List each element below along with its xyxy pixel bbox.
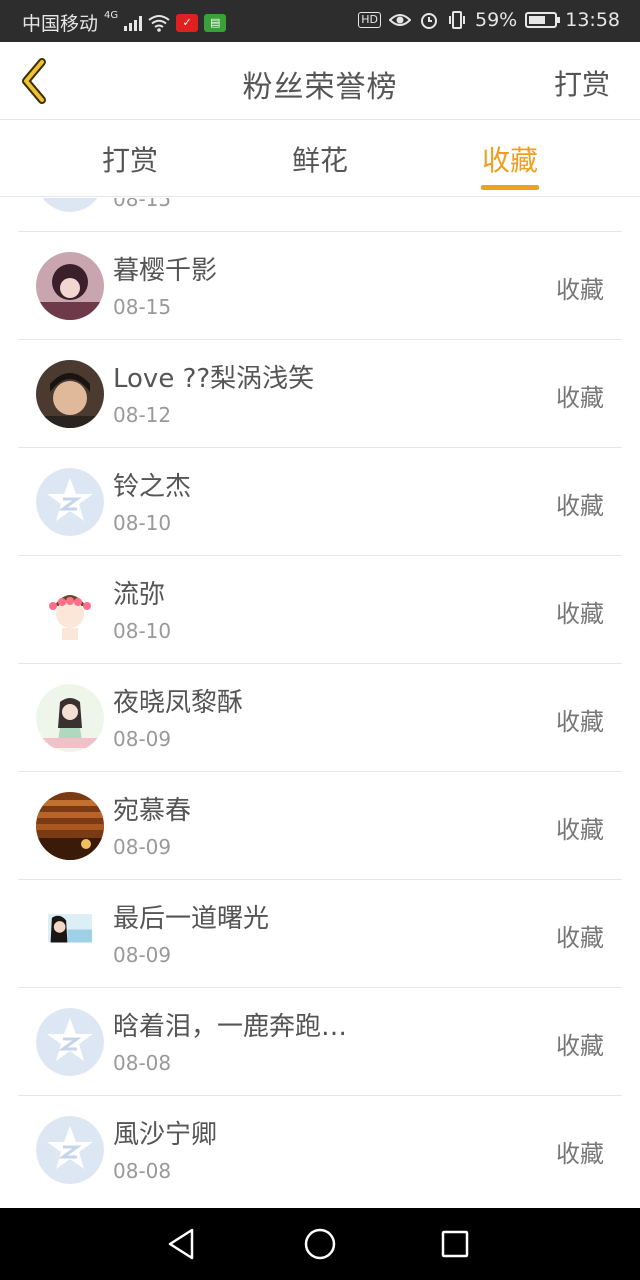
vibrate-icon: [449, 11, 465, 29]
list-item[interactable]: 夜晓凤黎酥 08-09 收藏: [0, 664, 640, 772]
home-circle-icon[interactable]: [302, 1226, 338, 1262]
default-avatar-icon: [36, 1008, 104, 1076]
list-item[interactable]: 08-15: [0, 198, 640, 232]
tab-reward[interactable]: 打赏: [70, 139, 190, 179]
list-item-date: 08-08: [113, 1051, 172, 1075]
eye-icon: [389, 14, 411, 26]
battery-icon: [525, 12, 561, 28]
signal-icon: [124, 15, 143, 31]
network-type: 4G: [104, 10, 119, 21]
favorite-label: 收藏: [556, 1032, 604, 1060]
active-tab-indicator: [481, 185, 539, 190]
default-avatar-icon: [36, 1116, 104, 1184]
favorite-label: 收藏: [556, 1140, 604, 1168]
list-item[interactable]: 風沙宁卿 08-08 收藏: [0, 1096, 640, 1204]
list-item[interactable]: 暮樱千影 08-15 收藏: [0, 232, 640, 340]
list-item-date: 08-15: [113, 198, 172, 211]
user-avatar: [36, 792, 104, 860]
status-bar: 中国移动 4G ✓ ▤ HD 59% 13:58: [0, 0, 640, 42]
reward-button[interactable]: 打赏: [554, 63, 610, 103]
back-triangle-icon[interactable]: [164, 1226, 200, 1262]
list-item-name: 流弥: [113, 580, 166, 610]
carrier-label: 中国移动: [22, 13, 99, 35]
tab-bar: 打赏 鲜花 收藏: [0, 121, 640, 197]
user-avatar: [48, 914, 92, 943]
user-avatar: [36, 360, 104, 428]
default-avatar-icon: [42, 198, 98, 212]
list-item-date: 08-10: [113, 511, 172, 535]
tab-flowers[interactable]: 鲜花: [260, 139, 380, 179]
list-item[interactable]: 宛慕春 08-09 收藏: [0, 772, 640, 880]
list-item-name: 宛慕春: [113, 796, 192, 826]
list-item-date: 08-09: [113, 835, 172, 859]
battery-percent: 59%: [475, 9, 518, 31]
user-avatar: [36, 684, 104, 752]
hd-icon: HD: [358, 12, 381, 28]
list-item-date: 08-12: [113, 403, 172, 427]
list-item[interactable]: 最后一道曙光 08-09 收藏: [0, 880, 640, 988]
list-item[interactable]: 流弥 08-10 收藏: [0, 556, 640, 664]
favorite-label: 收藏: [556, 276, 604, 304]
system-nav-bar: [0, 1208, 640, 1280]
app-notification-icon: ✓: [176, 13, 199, 32]
page-title: 粉丝荣誉榜: [242, 70, 398, 105]
favorite-label: 收藏: [556, 816, 604, 844]
list-item[interactable]: 铃之杰 08-10 收藏: [0, 448, 640, 556]
list-item-name: 晗着泪，一鹿奔跑…: [113, 1012, 348, 1042]
user-avatar: [36, 252, 104, 320]
tab-favorites[interactable]: 收藏: [450, 139, 570, 179]
recents-square-icon[interactable]: [437, 1226, 473, 1262]
list-item-name: 最后一道曙光: [113, 904, 270, 934]
list-item-date: 08-15: [113, 295, 172, 319]
default-avatar-icon: [36, 468, 104, 536]
app-notification-icon: ▤: [204, 13, 227, 32]
favorite-label: 收藏: [556, 600, 604, 628]
list-item-date: 08-10: [113, 619, 172, 643]
list-item-name: 夜晓凤黎酥: [113, 688, 244, 718]
list-item-date: 08-09: [113, 943, 172, 967]
favorite-label: 收藏: [556, 708, 604, 736]
list-item-name: 暮樱千影: [113, 256, 218, 286]
alarm-icon: [421, 13, 437, 29]
list-item-date: 08-08: [113, 1159, 172, 1183]
list-item[interactable]: 晗着泪，一鹿奔跑… 08-08 收藏: [0, 988, 640, 1096]
list-item[interactable]: Love ??梨涡浅笑 08-12 收藏: [0, 340, 640, 448]
list-item-name: 铃之杰: [113, 472, 192, 502]
title-bar: 粉丝荣誉榜 打赏: [0, 42, 640, 120]
fan-list[interactable]: 08-15 暮樱千影 08-15 收藏 Love ??梨涡浅笑 08-12 收藏…: [0, 198, 640, 1208]
list-item-name: 風沙宁卿: [113, 1120, 218, 1150]
favorite-label: 收藏: [556, 384, 604, 412]
list-item-name: Love ??梨涡浅笑: [113, 364, 315, 394]
user-avatar: [36, 576, 104, 644]
favorite-label: 收藏: [556, 924, 604, 952]
clock: 13:58: [565, 9, 620, 31]
list-item-date: 08-09: [113, 727, 172, 751]
wifi-icon: [148, 14, 170, 32]
favorite-label: 收藏: [556, 492, 604, 520]
